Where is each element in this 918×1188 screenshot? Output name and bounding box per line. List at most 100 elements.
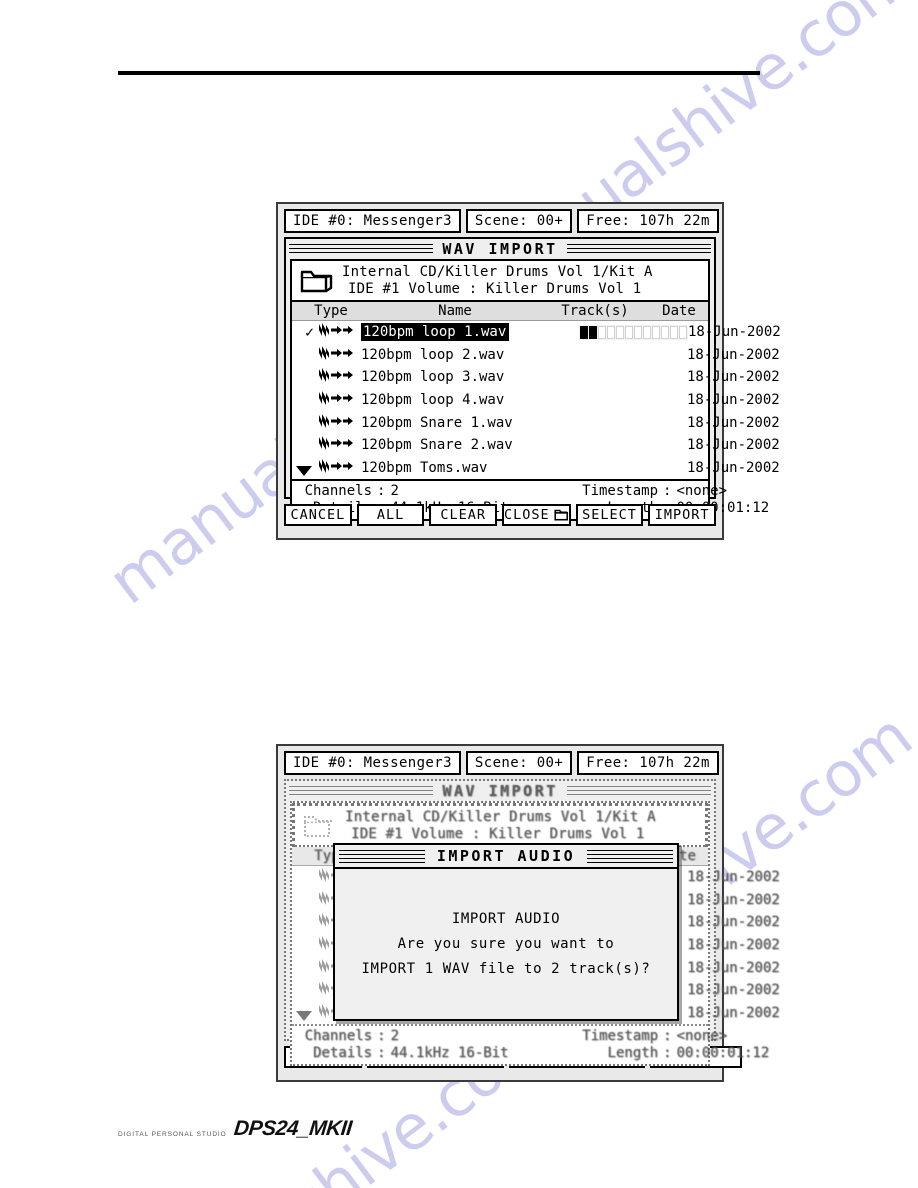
file-date: 18-Jun-2002 (687, 369, 780, 386)
track-cell[interactable] (643, 325, 651, 339)
info-separator: : (377, 1028, 386, 1045)
info-channels: Channels : 2 (298, 1028, 550, 1044)
wav-type-icon (314, 322, 357, 342)
column-header-tracks: Track(s) (561, 303, 629, 319)
dialog-titlebar: IMPORT AUDIO (335, 845, 677, 869)
file-name[interactable]: 120bpm loop 1.wav (357, 323, 579, 342)
window-body: Internal CD/Killer Drums Vol 1/Kit A IDE… (290, 259, 781, 522)
titlebar-rules-right (566, 785, 711, 797)
dialog-heading: IMPORT AUDIO (451, 911, 561, 927)
dialog-body: IMPORT AUDIO Are you sure you want to IM… (335, 869, 677, 1019)
status-scene[interactable]: Scene: 00+ (465, 751, 573, 775)
wav-type-icon (314, 390, 357, 410)
info-separator: : (663, 1028, 672, 1045)
info-length-value: 00:00:01:12 (676, 1045, 770, 1062)
file-name-text: 120bpm loop 1.wav (361, 323, 510, 342)
track-cell[interactable] (679, 325, 687, 339)
info-channels-value: 2 (390, 1028, 399, 1045)
file-row[interactable]: 120bpm loop 2.wav 18-Jun-2002 (292, 344, 780, 367)
file-name[interactable]: 120bpm loop 3.wav (357, 369, 579, 385)
wav-type-icon (314, 345, 357, 365)
page-header-rule (118, 71, 760, 75)
file-date: 18-Jun-2002 (687, 914, 780, 931)
track-cell[interactable] (616, 325, 624, 339)
info-channels-value: 2 (390, 483, 399, 500)
column-header-date: Date (662, 303, 696, 319)
dialog-rules-left (339, 849, 425, 863)
info-details-value: 44.1kHz 16-Bit (390, 1045, 509, 1062)
softkey-select[interactable]: SELECT (575, 504, 644, 526)
file-name[interactable]: 120bpm loop 4.wav (357, 392, 579, 408)
info-timestamp-label: Timestamp (582, 1028, 658, 1045)
window-titlebar: WAV IMPORT (286, 781, 714, 801)
softkey-all[interactable]: ALL (356, 504, 425, 526)
track-cell[interactable] (634, 325, 642, 339)
softkey-label: CANCEL (290, 507, 346, 523)
file-date: 18-Jun-2002 (687, 437, 780, 454)
file-row[interactable]: 120bpm Toms.wav 18-Jun-2002 (292, 457, 780, 480)
softkey-label: CLOSE (504, 507, 550, 523)
footer-brand-logo: DPS24_MKII (232, 1117, 353, 1140)
softkey-label: ALL (376, 507, 405, 523)
scroll-down-arrow-icon[interactable] (296, 466, 312, 477)
file-row[interactable]: 120bpm Snare 2.wav 18-Jun-2002 (292, 434, 780, 457)
path-line-2: IDE #1 Volume : Killer Drums Vol 1 (348, 281, 642, 297)
folder-icon (303, 813, 337, 839)
path-text: Internal CD/Killer Drums Vol 1/Kit A IDE… (345, 809, 656, 842)
info-column-right: Timestamp : <none> Length : 00:00:01:12 (550, 1028, 769, 1061)
file-name[interactable]: 120bpm Toms.wav (357, 460, 579, 476)
file-name[interactable]: 120bpm Snare 2.wav (357, 437, 579, 453)
track-cell[interactable] (625, 325, 633, 339)
column-headers: Type Name Track(s) Date (292, 302, 708, 321)
file-date: 18-Jun-2002 (687, 982, 780, 999)
folder-icon (300, 268, 334, 294)
track-cell[interactable] (661, 325, 669, 339)
status-device[interactable]: IDE #0: Messenger3 (284, 751, 461, 775)
dialog-message-line-2: IMPORT 1 WAV file to 2 track(s)? (361, 961, 651, 977)
wav-type-icon (314, 367, 357, 387)
status-scene[interactable]: Scene: 00+ (465, 209, 573, 233)
softkey-label: IMPORT (654, 507, 710, 523)
track-cell[interactable] (670, 325, 678, 339)
footer-tagline: DIGITAL PERSONAL STUDIO (118, 1131, 227, 1138)
info-channels-label: Channels (304, 483, 372, 500)
file-list[interactable]: ✓ 120bpm loop 1.wav 18-Jun-2002 120bpm loop… (292, 321, 781, 480)
wav-type-icon (314, 458, 357, 478)
file-row[interactable]: 120bpm loop 4.wav 18-Jun-2002 (292, 389, 780, 412)
softkey-import[interactable]: IMPORT (648, 504, 716, 526)
file-row[interactable]: 120bpm Snare 1.wav 18-Jun-2002 (292, 411, 780, 434)
track-cell[interactable] (607, 325, 615, 339)
track-cell[interactable] (580, 325, 588, 339)
status-bar: IDE #0: Messenger3 Scene: 00+ Free: 107h… (284, 209, 719, 233)
softkey-close[interactable]: CLOSE (502, 504, 571, 526)
track-cell[interactable] (598, 325, 606, 339)
path-line-2: IDE #1 Volume : Killer Drums Vol 1 (351, 826, 645, 842)
info-separator: : (663, 483, 672, 500)
info-details: Details : 44.1kHz 16-Bit (298, 1045, 550, 1061)
info-channels-label: Channels (304, 1028, 372, 1045)
track-cell[interactable] (652, 325, 660, 339)
file-row[interactable]: 120bpm loop 3.wav 18-Jun-2002 (292, 366, 780, 389)
path-header: Internal CD/Killer Drums Vol 1/Kit A IDE… (292, 803, 708, 847)
path-line-1: Internal CD/Killer Drums Vol 1/Kit A (345, 809, 656, 825)
info-separator: : (377, 1045, 386, 1062)
file-date: 18-Jun-2002 (687, 1004, 780, 1021)
import-audio-confirm-screen: IDE #0: Messenger3 Scene: 00+ Free: 107h… (276, 744, 780, 1082)
file-row[interactable]: ✓ 120bpm loop 1.wav 18-Jun-2002 (292, 321, 781, 344)
softkey-clear[interactable]: CLEAR (429, 504, 498, 526)
path-header: Internal CD/Killer Drums Vol 1/Kit A IDE… (292, 261, 708, 302)
file-checkmark-icon[interactable]: ✓ (292, 323, 314, 341)
info-timestamp-label: Timestamp (582, 483, 658, 500)
status-bar: IDE #0: Messenger3 Scene: 00+ Free: 107h… (284, 751, 719, 775)
file-name[interactable]: 120bpm loop 2.wav (357, 347, 579, 363)
softkey-cancel[interactable]: CANCEL (284, 504, 352, 526)
info-timestamp-value: <none> (676, 1028, 728, 1045)
status-device[interactable]: IDE #0: Messenger3 (284, 209, 461, 233)
info-length-label: Length (607, 1045, 658, 1062)
import-audio-dialog: IMPORT AUDIO IMPORT AUDIO Are you sure y… (333, 843, 679, 1021)
track-assignment-grid[interactable] (579, 324, 688, 340)
wav-import-window: WAV IMPORT Internal CD/Killer Drums Vol … (284, 237, 781, 522)
wav-type-icon (314, 435, 357, 455)
track-cell[interactable] (589, 325, 597, 339)
file-name[interactable]: 120bpm Snare 1.wav (357, 415, 579, 431)
